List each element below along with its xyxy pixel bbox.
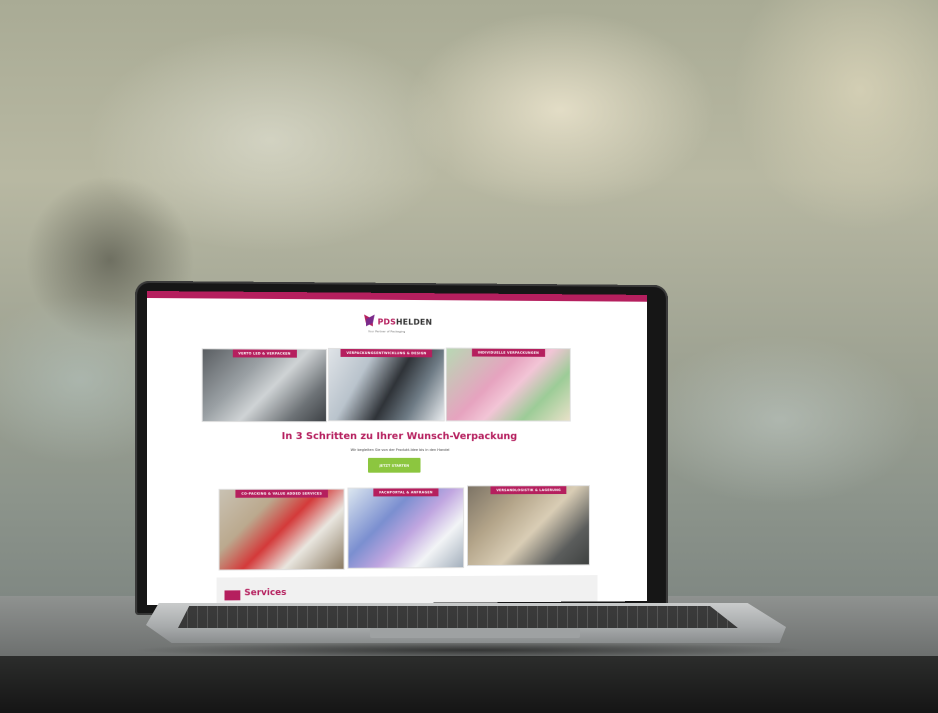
tile-label: VERSANDLOGISTIK & LAGERUNG — [491, 486, 567, 494]
services-badge — [225, 590, 241, 600]
tile-label: VERTO LED & VERPACKEN — [232, 349, 296, 357]
tile-co-packing[interactable]: CO-PACKING & VALUE ADDED SERVICES — [219, 489, 345, 571]
logo-wings-icon — [364, 314, 375, 328]
laptop-trackpad — [370, 628, 580, 638]
laptop-screen: PDSHELDEN Your Partner of Packaging VERT… — [147, 291, 647, 605]
tile-portal[interactable]: FACHPORTAL & ANFRAGEN — [347, 487, 464, 568]
logo-tagline: Your Partner of Packaging — [368, 329, 405, 333]
tile-custom-packaging[interactable]: INDIVIDUELLE VERPACKUNGEN — [446, 348, 571, 422]
start-button[interactable]: JETZT STARTEN — [368, 458, 421, 473]
tile-label: INDIVIDUELLE VERPACKUNGEN — [472, 349, 545, 357]
services-title: Services — [244, 588, 286, 598]
tile-logistics[interactable]: VERSANDLOGISTIK & LAGERUNG — [467, 485, 590, 566]
laptop-shadow — [130, 642, 810, 658]
logo-text: PDSHELDEN — [378, 317, 433, 326]
tile-label: FACHPORTAL & ANFRAGEN — [373, 488, 438, 496]
tile-label: VERPACKUNGSENTWICKLUNG & DESIGN — [341, 349, 433, 357]
tile-packaging[interactable]: VERTO LED & VERPACKEN — [202, 348, 327, 422]
page-subline: Wir begleiten Sie von der Produkt-Idee b… — [147, 448, 647, 452]
table-edge — [0, 656, 938, 713]
tile-development[interactable]: VERPACKUNGSENTWICKLUNG & DESIGN — [328, 348, 445, 421]
tile-label: CO-PACKING & VALUE ADDED SERVICES — [235, 490, 327, 498]
page-headline: In 3 Schritten zu Ihrer Wunsch-Verpackun… — [147, 431, 647, 442]
laptop-keyboard — [178, 606, 738, 628]
